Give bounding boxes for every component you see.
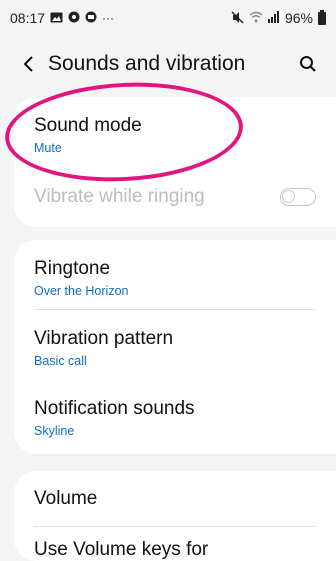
- status-right: 96%: [231, 9, 326, 26]
- status-left: 08:17 ···: [10, 10, 114, 26]
- sound-mode-row[interactable]: Sound mode Mute: [14, 97, 336, 167]
- ringtone-label: Ringtone: [34, 258, 111, 279]
- signal-icon: [267, 11, 280, 25]
- volume-card: Volume Use Volume keys for: [14, 471, 336, 561]
- status-bar: 08:17 ··· 96%: [0, 0, 336, 36]
- search-button[interactable]: [290, 46, 326, 82]
- volume-row[interactable]: Volume: [14, 471, 336, 527]
- use-volume-keys-row[interactable]: Use Volume keys for: [14, 527, 336, 561]
- notification-sounds-row[interactable]: Notification sounds Skyline: [14, 382, 336, 454]
- app-header: Sounds and vibration: [0, 36, 336, 92]
- sound-mode-value: Mute: [34, 141, 62, 155]
- sound-mode-label: Sound mode: [34, 115, 142, 136]
- search-icon: [300, 56, 316, 72]
- vibrate-while-ringing-toggle[interactable]: [280, 188, 316, 206]
- ringtone-row[interactable]: Ringtone Over the Horizon: [14, 240, 336, 310]
- vibrate-while-ringing-row[interactable]: Vibrate while ringing: [14, 167, 336, 227]
- chevron-left-icon: [23, 56, 33, 72]
- notification-circle-icon-2: [85, 11, 97, 25]
- notification-circle-icon: [68, 11, 80, 25]
- ringtone-value: Over the Horizon: [34, 284, 129, 298]
- sound-mode-card: Sound mode Mute Vibrate while ringing: [14, 97, 336, 227]
- toggle-knob: [282, 190, 295, 203]
- page-title: Sounds and vibration: [48, 52, 246, 75]
- use-volume-keys-label: Use Volume keys for: [34, 539, 209, 560]
- notification-sounds-label: Notification sounds: [34, 398, 195, 419]
- vibration-pattern-row[interactable]: Vibration pattern Basic call: [14, 310, 336, 382]
- wifi-icon: [249, 11, 263, 25]
- mute-icon: [231, 10, 244, 26]
- volume-label: Volume: [34, 488, 98, 509]
- more-notifications: ···: [102, 11, 115, 25]
- back-button[interactable]: [10, 46, 46, 82]
- ringtone-card: Ringtone Over the Horizon Vibration patt…: [14, 240, 336, 454]
- status-time: 08:17: [10, 10, 46, 26]
- gallery-icon: [50, 12, 63, 25]
- battery-percent: 96%: [284, 10, 313, 26]
- notification-sounds-value: Skyline: [34, 424, 75, 438]
- vibrate-while-ringing-label: Vibrate while ringing: [34, 186, 205, 207]
- battery-icon: [318, 9, 326, 25]
- vibration-pattern-value: Basic call: [34, 354, 87, 368]
- vibration-pattern-label: Vibration pattern: [34, 328, 174, 349]
